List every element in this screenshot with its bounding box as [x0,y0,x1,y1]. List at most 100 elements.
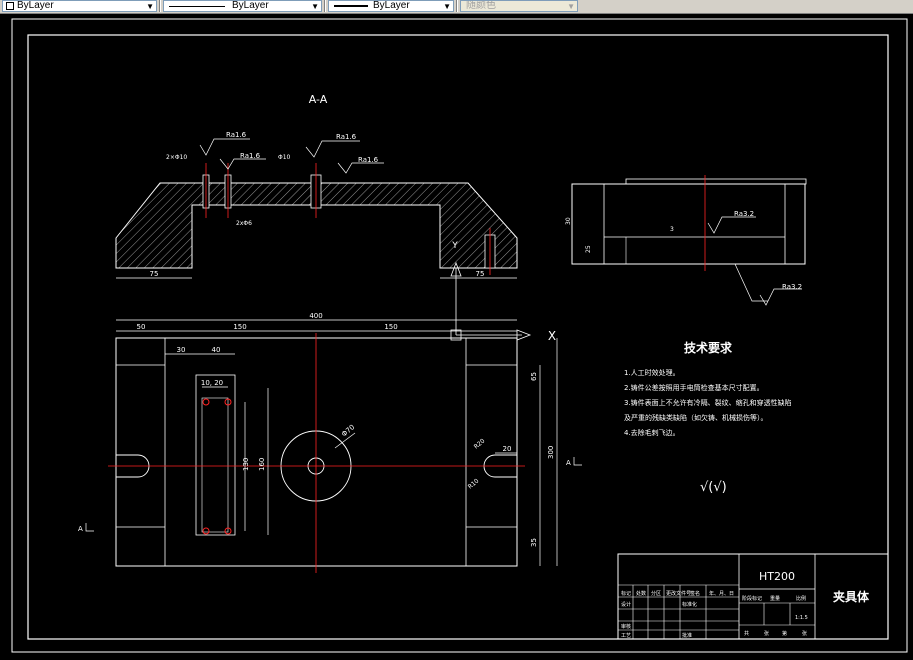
section-view: A-A 75 75 Ra1.6 Ra1.6 Ra1.6 Ra1.6 2×Φ10 … [115,93,518,335]
tech-line: 3.铸件表面上不允许有冷隔、裂纹、缩孔和穿透性缺陷 [624,398,792,407]
dim-text: 25 [585,245,592,253]
stage-label: 阶段标记 [742,595,762,602]
roughness-text: Ra3.2 [734,210,754,218]
drawing-canvas[interactable]: A-A 75 75 Ra1.6 Ra1.6 Ra1.6 Ra1.6 2×Φ10 … [0,13,913,660]
hole [202,527,210,535]
head-label: 分区 [651,590,661,597]
tech-line: 及严重的残缺类缺陷（如欠铸、机械损伤等）。 [624,413,768,422]
dim-text: Φ70 [340,423,356,438]
head-label: 标记 [621,590,631,597]
roughness-text: Ra1.6 [336,133,357,141]
roughness-symbol-icon [759,288,802,306]
linetype-combo-value: ByLayer [232,0,269,11]
section-title: A-A [309,93,328,106]
dim-text: 160 [258,458,266,471]
toolbar-separator [324,0,326,12]
side-view: 30 25 3 Ra3.2 Ra3.2 [565,175,807,306]
roughness-text: Ra3.2 [782,283,802,291]
row-label: 工艺 [621,633,631,639]
head-label: 年、月、日 [709,590,734,597]
lineweight-combo[interactable]: ByLayer ▼ [328,0,454,12]
plotstyle-combo: 随颜色 ▼ [460,0,578,12]
sheet-label: 第 [782,630,787,637]
tolerance-text: 2xΦ6 [236,220,252,227]
dim-text: 400 [309,312,322,320]
dim-text: 30 [177,346,186,354]
sheet-border [11,18,908,653]
dropdown-arrow-icon: ▼ [567,2,575,11]
linetype-combo[interactable]: ByLayer ▼ [163,0,322,12]
linetype-preview-icon [169,6,225,7]
section-marker: A [566,459,571,467]
layer-combo[interactable]: ByLayer ▼ [2,0,157,12]
sheet-label: 共 [744,630,749,637]
x-axis-label: X [548,329,556,343]
plan-outline [115,337,518,567]
dim-text: 35 [530,538,538,547]
dim-text: 75 [150,270,159,278]
dim-text: 20 [503,445,512,453]
sheet-label: 张 [764,630,769,637]
section-arrow-icon [573,457,582,466]
head-label: 更改文件号 [666,590,691,597]
section-marker: A [78,525,83,533]
properties-toolbar: ByLayer ▼ ByLayer ▼ ByLayer ▼ 随颜色 ▼ [0,0,913,14]
layer-combo-value: ByLayer [17,0,54,11]
dim-text: 40 [212,346,221,354]
head-label: 签名 [690,590,700,597]
leader-line [734,263,768,302]
lineweight-combo-value: ByLayer [373,0,410,11]
dropdown-arrow-icon[interactable]: ▼ [311,2,319,11]
roughness-symbol-icon [305,140,360,158]
dim-text: 65 [530,372,538,381]
dim-text: 300 [547,446,555,459]
dim-text: R20 [473,437,487,450]
tech-requirements: 技术要求 1.人工时效处理。 2.铸件公差按照用手电筒检查基本尺寸配置。 3.铸… [624,340,792,495]
stage-label: 重量 [770,595,780,602]
side-outline [571,183,806,265]
material-text: HT200 [759,570,795,583]
dim-text: R10 [467,477,481,490]
dim-text: 3 [670,226,674,233]
plan-view: 400 50 150 150 30 40 10, 20 130 160 Φ70 … [78,312,582,573]
plotstyle-combo-value: 随颜色 [466,0,496,11]
sheet-label: 张 [802,630,807,637]
dropdown-arrow-icon[interactable]: ▼ [146,2,154,11]
stage-label: 比例 [796,595,806,602]
dim-text: 30 [565,217,572,225]
title-block: HT200 夹具体 标记 处数 分区 更改文件号 签名 年、月、日 设计 标准化… [617,553,889,640]
scale-text: 1:1.5 [795,615,808,621]
tech-line: 4.去除毛刺飞边。 [624,428,680,437]
tech-title: 技术要求 [684,340,733,355]
dim-text: 150 [233,323,246,331]
dim-text: 10, 20 [201,379,223,387]
row-label: 审核 [621,623,631,630]
toolbar-separator [159,0,161,12]
row-label: 设计 [621,601,631,608]
row-label: 标准化 [682,601,697,608]
roughness-text: Ra1.6 [226,131,247,139]
dim-text: 130 [242,458,250,471]
toolbar-separator [456,0,458,12]
color-swatch-icon [6,2,14,10]
side-top [625,178,807,185]
tolerance-text: Φ10 [278,154,291,161]
drawing-frame [27,34,889,640]
roughness-symbol-icon [707,216,756,234]
roughness-text: Ra1.6 [240,152,261,160]
row-label: 批准 [682,632,692,639]
dim-text: 75 [476,270,485,278]
y-axis-label: Y [451,241,458,251]
pocket-slot [201,397,229,533]
dim-text: 50 [137,323,146,331]
lineweight-preview-icon [334,5,368,7]
part-name: 夹具体 [833,589,870,604]
general-roughness: √(√) [700,480,727,495]
hole [202,398,210,406]
tech-line: 1.人工时效处理。 [624,368,680,377]
roughness-symbol-icon [219,158,266,170]
tech-line: 2.铸件公差按照用手电筒检查基本尺寸配置。 [624,383,764,392]
dim-text: 150 [384,323,397,331]
dropdown-arrow-icon[interactable]: ▼ [443,2,451,11]
roughness-symbol-icon [337,162,384,174]
